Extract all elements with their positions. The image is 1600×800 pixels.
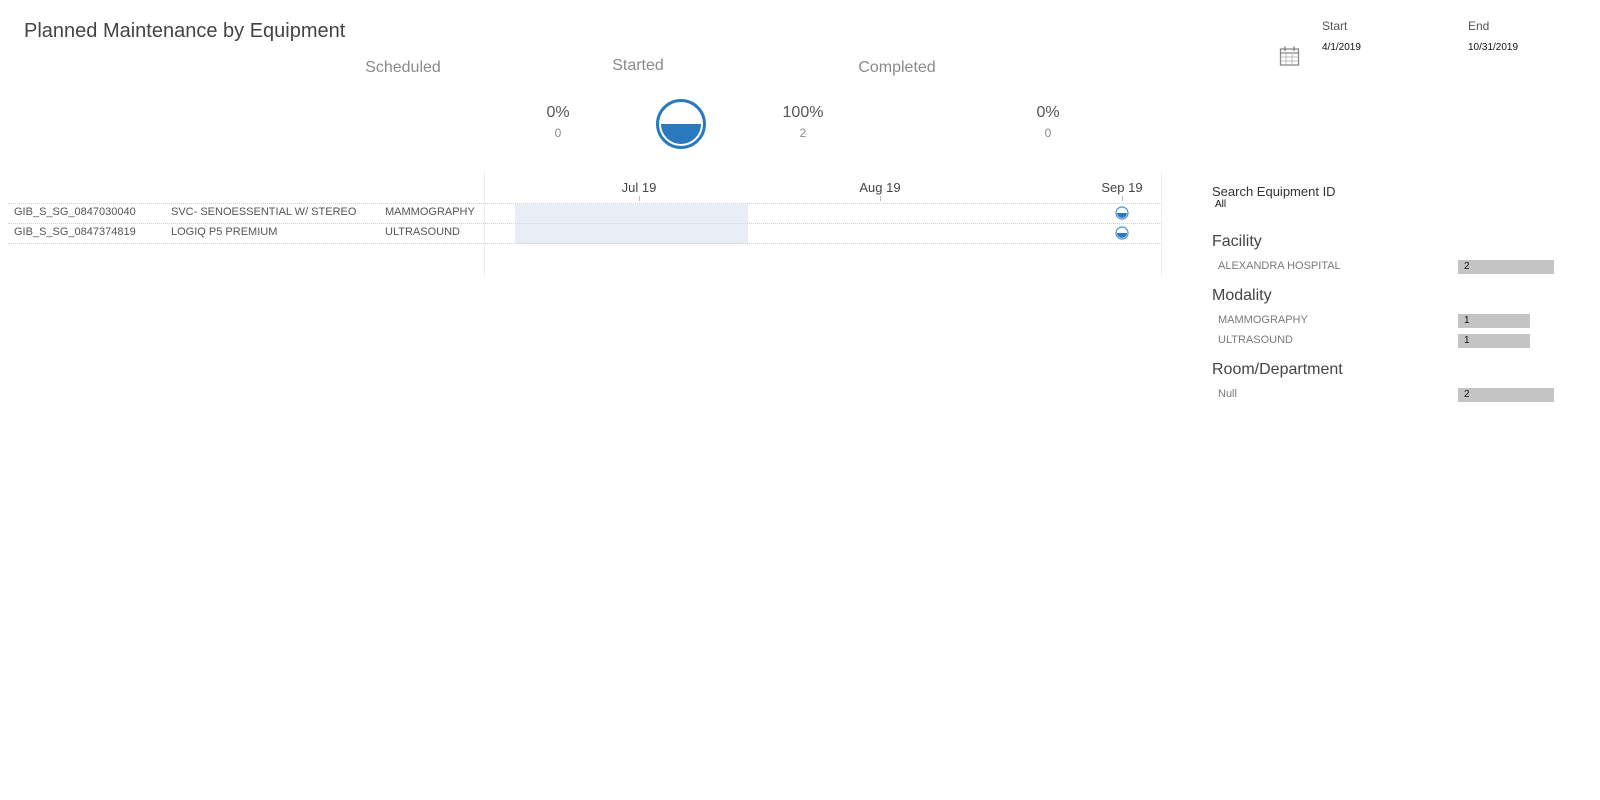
end-date-label: End bbox=[1468, 19, 1490, 33]
room-filter-title: Room/Department bbox=[1212, 361, 1343, 378]
page-title: Planned Maintenance by Equipment bbox=[24, 20, 346, 42]
month-tick-sep bbox=[1122, 196, 1123, 201]
room-count-bar[interactable]: 2 bbox=[1458, 388, 1554, 402]
facility-filter-item[interactable]: ALEXANDRA HOSPITAL bbox=[1218, 260, 1341, 272]
equipment-name[interactable]: SVC- SENOESSENTIAL W/ STEREO bbox=[171, 206, 356, 218]
row-divider bbox=[8, 243, 1162, 244]
equipment-modality[interactable]: MAMMOGRAPHY bbox=[385, 206, 475, 218]
modality-filter-title: Modality bbox=[1212, 287, 1272, 304]
facility-filter-title: Facility bbox=[1212, 233, 1262, 250]
kpi-completed-count: 0 bbox=[1044, 126, 1052, 140]
half-filled-circle-icon bbox=[655, 98, 707, 150]
kpi-scheduled-count: 0 bbox=[554, 126, 562, 140]
kpi-started-count: 2 bbox=[799, 126, 807, 140]
room-filter-item[interactable]: Null bbox=[1218, 388, 1237, 400]
row-divider bbox=[8, 223, 1162, 224]
search-equipment-label: Search Equipment ID bbox=[1212, 184, 1336, 199]
facility-count-bar[interactable]: 2 bbox=[1458, 260, 1554, 274]
modality-filter-item[interactable]: ULTRASOUND bbox=[1218, 334, 1293, 346]
modality-count-bar[interactable]: 1 bbox=[1458, 334, 1530, 348]
kpi-completed-label: Completed bbox=[858, 59, 936, 76]
kpi-started-label: Started bbox=[612, 57, 664, 74]
month-label-aug: Aug 19 bbox=[859, 180, 901, 195]
month-label-jul: Jul 19 bbox=[621, 180, 657, 195]
end-date-value[interactable]: 10/31/2019 bbox=[1468, 42, 1518, 53]
kpi-completed-percent: 0% bbox=[1036, 104, 1060, 121]
month-tick-jul bbox=[639, 196, 640, 201]
kpi-scheduled-label: Scheduled bbox=[365, 59, 441, 76]
kpi-started-percent: 100% bbox=[782, 104, 824, 121]
kpi-scheduled-percent: 0% bbox=[546, 104, 570, 121]
equipment-modality[interactable]: ULTRASOUND bbox=[385, 226, 460, 238]
status-marker-icon[interactable] bbox=[1115, 226, 1129, 240]
search-equipment-input[interactable]: All bbox=[1215, 199, 1226, 210]
modality-count-bar[interactable]: 1 bbox=[1458, 314, 1530, 328]
row-divider bbox=[8, 203, 1162, 204]
equipment-id[interactable]: GIB_S_SG_0847374819 bbox=[14, 226, 136, 238]
status-marker-icon[interactable] bbox=[1115, 206, 1129, 220]
month-tick-aug bbox=[880, 196, 881, 201]
equipment-id[interactable]: GIB_S_SG_0847030040 bbox=[14, 206, 136, 218]
calendar-icon[interactable] bbox=[1279, 45, 1300, 67]
timeline-shaded-period bbox=[515, 204, 748, 244]
start-date-value[interactable]: 4/1/2019 bbox=[1322, 42, 1361, 53]
equipment-name[interactable]: LOGIQ P5 PREMIUM bbox=[171, 226, 277, 238]
month-label-sep: Sep 19 bbox=[1101, 180, 1143, 195]
start-date-label: Start bbox=[1322, 19, 1348, 33]
gantt-left-border bbox=[484, 172, 485, 276]
modality-filter-item[interactable]: MAMMOGRAPHY bbox=[1218, 314, 1308, 326]
